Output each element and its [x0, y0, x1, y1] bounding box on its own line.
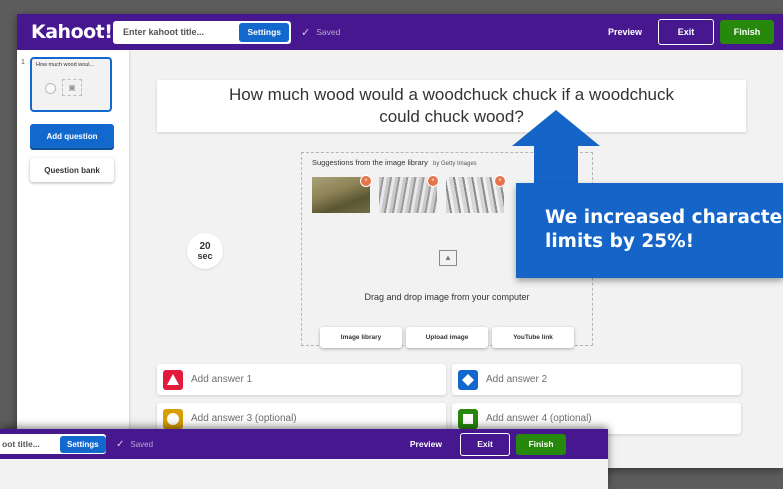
suggested-image-1[interactable]: +	[312, 175, 372, 213]
kahoot-title-input[interactable]	[121, 26, 235, 38]
background-finish-button[interactable]: Finish	[516, 433, 566, 455]
time-limit-value: 20	[199, 240, 211, 252]
answer-1-label: Add answer 1	[191, 374, 253, 385]
settings-button[interactable]: Settings	[239, 22, 289, 42]
background-preview-button[interactable]: Preview	[410, 439, 442, 449]
background-saved-status: ✓ Saved	[116, 439, 153, 450]
image-upload-icon: ▲	[439, 250, 457, 266]
feature-callout: We increased character limits by 25%!	[516, 183, 783, 278]
check-icon: ✓	[301, 26, 311, 39]
slide-number: 1	[21, 59, 25, 66]
background-editor-window: Settings ✓ Saved Preview Exit Finish	[0, 429, 608, 489]
timer-mini-icon	[45, 83, 56, 94]
question-input[interactable]: How much wood would a woodchuck chuck if…	[157, 80, 746, 132]
time-limit-selector[interactable]: 20 sec	[187, 233, 223, 269]
title-field[interactable]: Settings	[113, 20, 291, 44]
preview-button[interactable]: Preview	[608, 27, 642, 37]
suggested-image-3[interactable]: +	[446, 175, 506, 213]
upload-image-button[interactable]: Upload image	[406, 327, 488, 348]
image-library-button[interactable]: Image library	[320, 327, 402, 348]
add-question-button[interactable]: Add question	[30, 124, 114, 148]
triangle-icon	[163, 369, 183, 390]
background-top-bar: Settings ✓ Saved Preview Exit Finish	[0, 429, 608, 459]
top-bar: Kahoot! Settings ✓ Saved Preview Exit Fi…	[17, 14, 783, 50]
question-text[interactable]: How much wood would a woodchuck chuck if…	[217, 84, 687, 128]
question-bank-button[interactable]: Question bank	[30, 158, 114, 182]
finish-button[interactable]: Finish	[720, 20, 774, 44]
drag-drop-text: Drag and drop image from your computer	[364, 292, 530, 302]
suggestions-heading: Suggestions from the image library by Ge…	[312, 158, 477, 167]
exit-button[interactable]: Exit	[658, 19, 714, 45]
youtube-link-button[interactable]: YouTube link	[492, 327, 574, 348]
saved-label: Saved	[316, 27, 341, 37]
answer-4-label: Add answer 4 (optional)	[486, 413, 592, 424]
suggested-image-2[interactable]: +	[379, 175, 439, 213]
circle-icon	[163, 408, 183, 429]
background-settings-button[interactable]: Settings	[60, 435, 106, 453]
saved-status: ✓ Saved	[301, 26, 340, 39]
background-exit-button[interactable]: Exit	[460, 432, 510, 456]
diamond-icon	[458, 369, 478, 390]
suggestions-label: Suggestions from the image library	[312, 158, 428, 167]
square-icon	[458, 408, 478, 429]
slides-sidebar: 1 How much wood woul... ▣ Add question Q…	[17, 50, 129, 468]
background-title-field[interactable]: Settings	[0, 434, 106, 454]
getty-badge-icon: +	[360, 175, 372, 187]
answer-2-field[interactable]: Add answer 2	[452, 364, 741, 395]
image-placeholder-icon: ▣	[62, 79, 82, 96]
getty-badge-icon: +	[427, 175, 439, 187]
callout-text: We increased character limits by 25%!	[545, 207, 783, 252]
answer-2-label: Add answer 2	[486, 374, 548, 385]
background-title-input[interactable]	[0, 438, 60, 450]
answer-1-field[interactable]: Add answer 1	[157, 364, 446, 395]
getty-images-label: by Getty Images	[432, 161, 477, 167]
callout-arrow-icon	[512, 110, 600, 146]
time-limit-unit: sec	[197, 250, 213, 261]
getty-badge-icon: +	[494, 175, 506, 187]
answer-3-label: Add answer 3 (optional)	[191, 413, 297, 424]
slide-thumbnail-title: How much wood woul...	[36, 62, 95, 68]
slide-thumbnail[interactable]: How much wood woul... ▣	[30, 57, 112, 112]
kahoot-logo[interactable]: Kahoot!	[31, 21, 113, 43]
check-icon: ✓	[116, 438, 125, 450]
callout-arrow-stem	[534, 145, 578, 185]
background-saved-label: Saved	[130, 439, 154, 449]
